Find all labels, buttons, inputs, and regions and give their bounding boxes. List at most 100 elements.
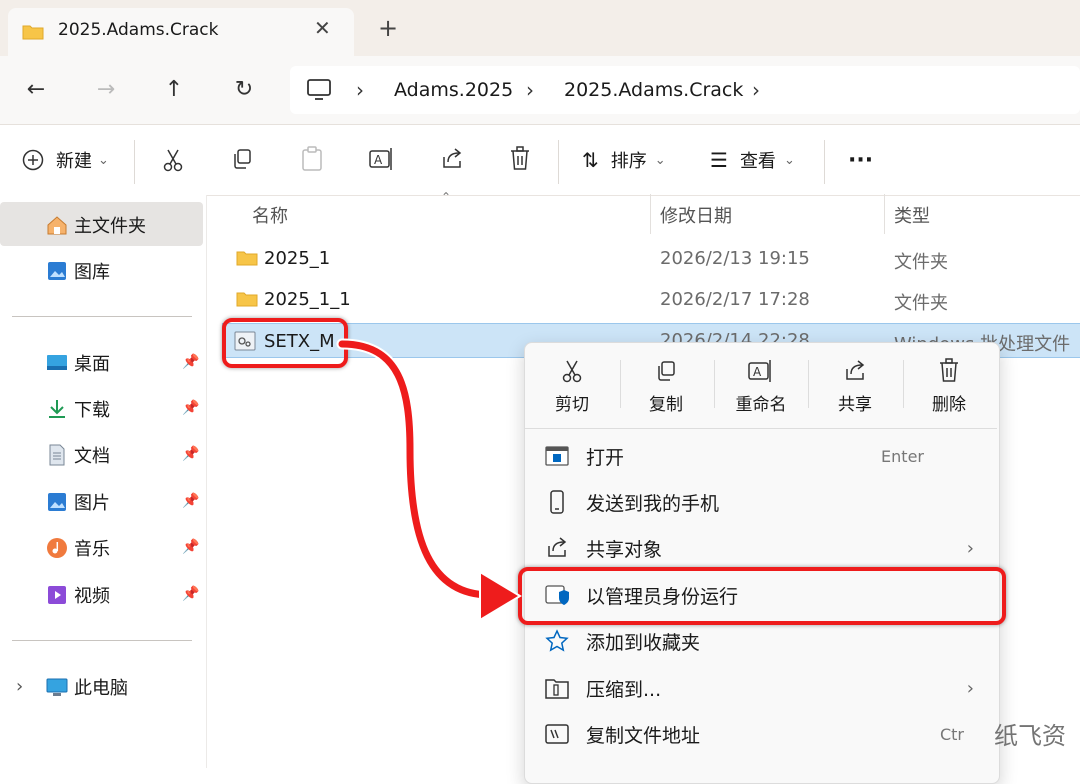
home-icon [47,216,67,235]
phone-icon [550,490,564,514]
column-divider[interactable] [650,194,651,234]
menu-item-share[interactable]: 共享对象 › [544,533,984,563]
pin-icon[interactable]: 📌 [182,493,199,509]
menu-item-open[interactable]: 打开 Enter [544,441,984,471]
pictures-icon [48,493,66,511]
forward-button[interactable]: → [90,76,122,104]
shortcut-label: Enter [881,446,924,466]
column-divider[interactable] [884,194,885,234]
sidebar-item-home[interactable]: 主文件夹 [46,212,146,238]
refresh-button[interactable]: ↻ [228,76,260,104]
file-type: 文件夹 [894,293,948,314]
star-icon [545,629,569,652]
quick-divider [620,360,621,408]
copy-label: 复制 [649,395,683,415]
menu-item-label: 共享对象 [586,538,663,561]
copy-path-icon [545,724,569,744]
zip-folder-icon [545,679,569,699]
rename-icon: A [748,360,771,382]
menu-item-label: 复制文件地址 [586,724,701,747]
pin-icon[interactable]: 📌 [182,539,199,555]
paste-icon[interactable] [301,146,323,172]
back-button[interactable]: ← [20,76,52,104]
delete-button[interactable]: 删除 [914,356,984,420]
toolbar-divider [134,140,135,184]
new-button[interactable]: 新建 ⌄ [22,146,109,174]
menu-item-compress[interactable]: 压缩到... › [544,673,984,703]
breadcrumb-separator[interactable]: › [526,78,534,102]
folder-icon [236,292,258,307]
toolbar-divider [558,140,559,184]
chevron-down-icon: ⌄ [654,152,666,168]
copy-button[interactable]: 复制 [631,356,701,420]
chevron-down-icon: ⌄ [783,152,795,168]
menu-item-label: 发送到我的手机 [586,492,720,515]
cut-button[interactable]: 剪切 [537,356,607,420]
monitor-icon[interactable] [306,78,332,102]
quick-divider [903,360,904,408]
sidebar-item-documents[interactable]: 文档 [46,442,110,468]
column-header-type[interactable]: 类型 [894,202,930,228]
breadcrumb-separator[interactable]: › [356,78,364,102]
breadcrumb-item[interactable]: 2025.Adams.Crack [564,79,743,101]
view-label: 查看 [739,151,776,172]
menu-item-add-to-favorites[interactable]: 添加到收藏夹 [544,626,984,656]
breadcrumb-item[interactable]: Adams.2025 [394,79,513,101]
delete-icon[interactable] [509,146,531,172]
copy-icon [658,361,675,381]
desktop-icon [47,355,67,370]
delete-icon [940,358,958,382]
sidebar-item-desktop[interactable]: 桌面 [46,350,110,376]
folder-icon [22,25,44,40]
sidebar-item-label: 图库 [74,262,110,283]
svg-text:A: A [753,365,762,379]
share-icon[interactable] [440,147,464,171]
sort-button[interactable]: ⇅ 排序 ⌄ [582,146,666,174]
computer-icon [46,678,68,696]
pin-icon[interactable]: 📌 [182,354,199,370]
pin-icon[interactable]: 📌 [182,446,199,462]
sidebar-item-videos[interactable]: 视频 [46,582,110,608]
quick-divider [714,360,715,408]
sidebar-item-gallery[interactable]: 图库 [46,258,110,284]
sidebar-item-downloads[interactable]: 下载 [46,396,110,422]
view-icon: ☰ [710,148,728,172]
rename-button[interactable]: A 重命名 [725,356,797,420]
up-button[interactable]: ↑ [158,76,190,104]
menu-item-label: 添加到收藏夹 [586,631,701,654]
sidebar-item-label: 音乐 [74,539,110,560]
sidebar-item-label: 主文件夹 [74,216,146,237]
menu-item-label: 压缩到... [586,678,662,701]
menu-item-copy-path[interactable]: 复制文件地址 Ctr [544,719,984,749]
sidebar-item-music[interactable]: 音乐 [46,535,110,561]
new-tab-button[interactable]: + [378,14,398,42]
menu-divider [525,428,997,429]
pin-icon[interactable]: 📌 [182,586,199,602]
copy-icon[interactable] [231,148,253,170]
view-button[interactable]: ☰ 查看 ⌄ [710,146,795,174]
sort-up-icon: ⌃ [441,190,452,204]
sidebar-item-label: 桌面 [74,354,110,375]
expand-chevron-icon[interactable]: › [16,676,23,697]
share-button[interactable]: 共享 [820,356,890,420]
plus-circle-icon [22,149,44,171]
sidebar-item-this-pc[interactable]: 此电脑 [46,674,128,700]
rename-icon[interactable]: A [369,147,395,171]
share-icon [846,360,865,380]
column-header-date[interactable]: 修改日期 [660,202,732,228]
menu-item-send-to-phone[interactable]: 发送到我的手机 [544,487,984,517]
file-date: 2026/2/17 17:28 [660,289,810,310]
watermark-text: 纸飞资 [994,722,1066,750]
cut-icon[interactable] [162,148,184,172]
chevron-right-icon: › [966,537,974,559]
more-options-button[interactable]: ··· [848,146,873,174]
close-tab-icon[interactable]: ✕ [314,16,331,40]
column-header-name[interactable]: 名称 [252,202,288,228]
sidebar-item-pictures[interactable]: 图片 [46,489,110,515]
file-row[interactable] [222,240,1080,276]
pin-icon[interactable]: 📌 [182,400,199,416]
folder-icon [236,251,258,266]
cut-icon [562,360,582,383]
breadcrumb-separator[interactable]: › [752,78,760,102]
new-label: 新建 [56,151,92,172]
